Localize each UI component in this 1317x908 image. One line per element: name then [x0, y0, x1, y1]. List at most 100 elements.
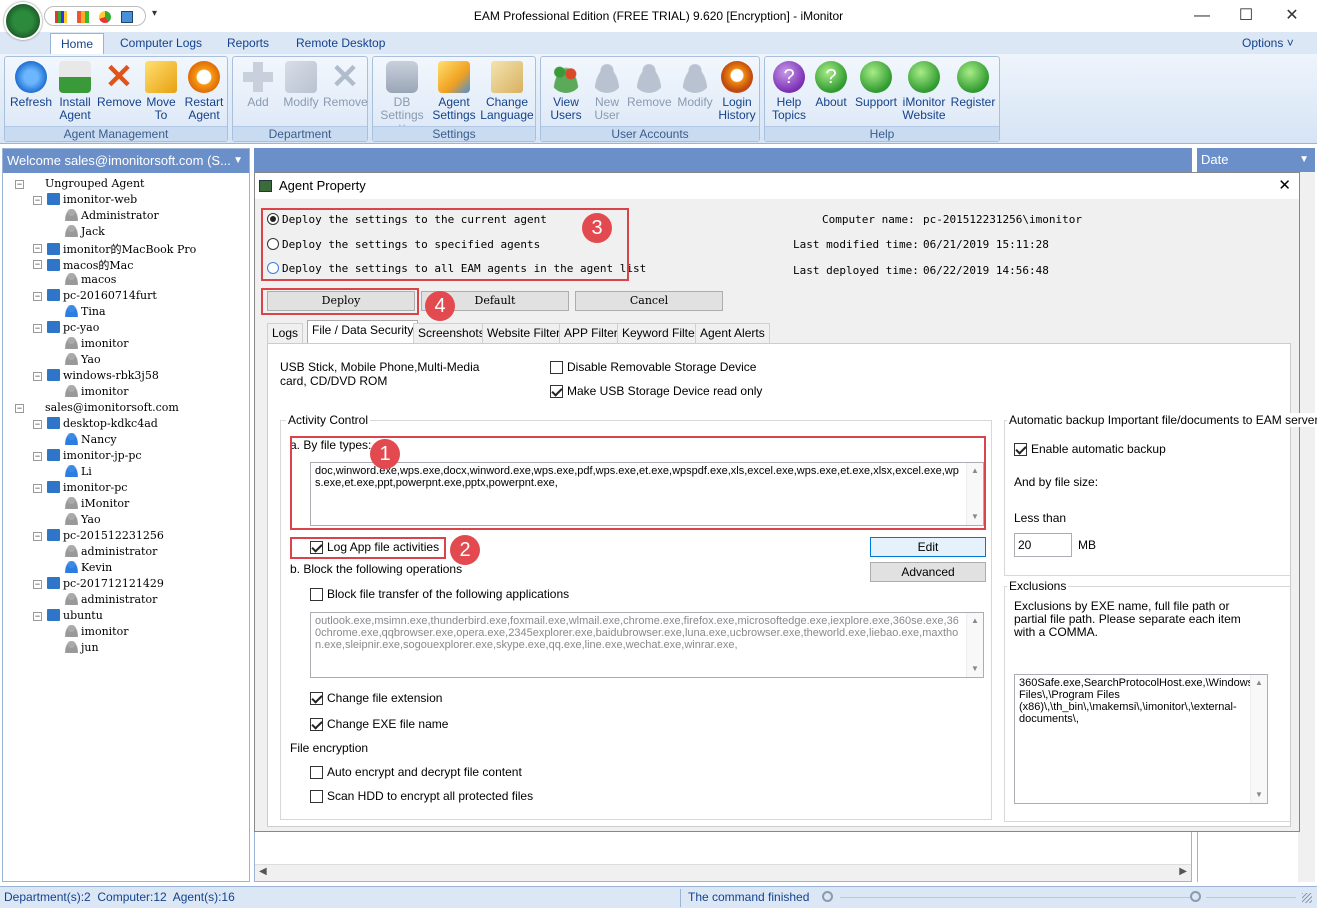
tree-expand-toggle[interactable]: − — [33, 420, 42, 429]
close-button[interactable]: ✕ — [1278, 4, 1306, 28]
tab-screenshots[interactable]: Screenshots — [413, 323, 490, 343]
tree-node[interactable]: macos — [65, 273, 116, 286]
tab-computer-logs[interactable]: Computer Logs — [110, 33, 212, 54]
tree-node[interactable]: sales@imonitorsoft.com — [29, 401, 179, 414]
tree-node[interactable]: imonitor-jp-pc — [47, 449, 142, 462]
tree-node[interactable]: Ungrouped Agent — [29, 177, 144, 190]
tree-expand-toggle[interactable]: − — [33, 260, 42, 269]
tree-expand-toggle[interactable]: − — [15, 404, 24, 413]
new-user-button[interactable]: New User — [587, 61, 627, 122]
support-button[interactable]: Support — [853, 61, 899, 109]
tab-home[interactable]: Home — [50, 33, 105, 54]
block-transfer-checkbox[interactable]: Block file transfer of the following app… — [310, 587, 569, 601]
tree-node[interactable]: administrator — [65, 545, 157, 558]
tree-node[interactable]: pc-201512231256 — [47, 529, 164, 542]
modify-department-button[interactable]: Modify — [279, 61, 323, 109]
modify-user-button[interactable]: Modify — [673, 61, 717, 109]
view-users-button[interactable]: View Users — [545, 61, 587, 122]
date-column-header[interactable]: Date ▼ — [1197, 148, 1315, 172]
auto-encrypt-checkbox[interactable]: Auto encrypt and decrypt file content — [310, 765, 522, 779]
db-settings-button[interactable]: DBSettings ˅ — [377, 61, 427, 135]
login-history-button[interactable]: Login History — [715, 61, 759, 122]
textarea-scrollbar[interactable] — [966, 613, 983, 677]
edit-button[interactable]: Edit — [870, 537, 986, 557]
tree-expand-toggle[interactable]: − — [33, 612, 42, 621]
tree-node[interactable]: imonitor的MacBook Pro — [47, 241, 196, 257]
tree-node[interactable]: Li — [65, 465, 92, 478]
tree-node[interactable]: Administrator — [65, 209, 159, 222]
horizontal-scrollbar[interactable]: ◀ ▶ — [255, 864, 1191, 881]
vertical-scrollbar[interactable] — [1298, 172, 1315, 882]
tree-node[interactable]: ubuntu — [47, 609, 103, 622]
tree-node[interactable]: Nancy — [65, 433, 117, 446]
tree-node[interactable]: desktop-kdkc4ad — [47, 417, 158, 430]
refresh-button[interactable]: Refresh — [9, 61, 53, 109]
tab-website-filter[interactable]: Website Filter — [482, 323, 566, 343]
minimize-button[interactable]: — — [1188, 4, 1216, 28]
tree-expand-toggle[interactable]: − — [33, 196, 42, 205]
advanced-button[interactable]: Advanced — [870, 562, 986, 582]
tab-remote-desktop[interactable]: Remote Desktop — [286, 33, 395, 54]
tree-node[interactable]: pc-yao — [47, 321, 99, 334]
tree-expand-toggle[interactable]: − — [33, 324, 42, 333]
tree-node[interactable]: pc-201712121429 — [47, 577, 164, 590]
tree-node[interactable]: windows-rbk3j58 — [47, 369, 159, 382]
chevron-down-icon[interactable]: ▼ — [1299, 148, 1309, 172]
tree-expand-toggle[interactable]: − — [33, 532, 42, 541]
change-exe-checkbox[interactable]: Change EXE file name — [310, 717, 448, 731]
scan-hdd-checkbox[interactable]: Scan HDD to encrypt all protected files — [310, 789, 533, 803]
tree-expand-toggle[interactable]: − — [33, 452, 42, 461]
textarea-scrollbar[interactable] — [1250, 675, 1267, 803]
tree-expand-toggle[interactable]: − — [33, 372, 42, 381]
options-menu[interactable]: Options ˅ — [1232, 33, 1304, 54]
agent-tree-header[interactable]: Welcome sales@imonitorsoft.com (S... ▼ — [3, 149, 249, 173]
restart-agent-button[interactable]: Restart Agent — [181, 61, 227, 122]
usb-readonly-checkbox[interactable]: Make USB Storage Device read only — [550, 384, 762, 398]
imonitor-website-button[interactable]: iMonitor Website — [899, 61, 949, 122]
tree-node[interactable]: imonitor-web — [47, 193, 137, 206]
remove-agent-button[interactable]: ✕ Remove — [97, 60, 142, 109]
tree-expand-toggle[interactable]: − — [15, 180, 24, 189]
tree-node[interactable]: imonitor — [65, 385, 128, 398]
about-button[interactable]: ? About — [811, 61, 851, 109]
tab-reports[interactable]: Reports — [217, 33, 279, 54]
tree-node[interactable]: Jack — [65, 225, 105, 238]
enable-backup-checkbox[interactable]: Enable automatic backup — [1014, 442, 1166, 456]
tree-node[interactable]: imonitor-pc — [47, 481, 127, 494]
maximize-button[interactable]: ☐ — [1232, 4, 1260, 28]
dialog-close-button[interactable]: ✕ — [1278, 173, 1291, 199]
tree-node[interactable]: administrator — [65, 593, 157, 606]
tree-expand-toggle[interactable]: − — [33, 484, 42, 493]
cancel-button[interactable]: Cancel — [575, 291, 723, 311]
tree-expand-toggle[interactable]: − — [33, 244, 42, 253]
chevron-down-icon[interactable]: ▼ — [233, 149, 243, 173]
agent-settings-button[interactable]: Agent Settings — [429, 61, 479, 122]
tab-app-filter[interactable]: APP Filter — [559, 323, 623, 343]
tree-node[interactable]: iMonitor — [65, 497, 129, 510]
tab-logs[interactable]: Logs — [267, 323, 303, 343]
scroll-right-icon[interactable]: ▶ — [1179, 866, 1187, 877]
tree-node[interactable]: Kevin — [65, 561, 112, 574]
remove-user-button[interactable]: Remove — [627, 61, 672, 109]
move-to-button[interactable]: Move To — [141, 61, 181, 122]
tree-node[interactable]: Yao — [65, 513, 101, 526]
tab-agent-alerts[interactable]: Agent Alerts — [695, 323, 770, 343]
tab-file-data-security[interactable]: File / Data Security — [307, 320, 419, 343]
tree-expand-toggle[interactable]: − — [33, 580, 42, 589]
tree-node[interactable]: jun — [65, 641, 99, 654]
remove-department-button[interactable]: ✕ Remove — [323, 60, 368, 109]
tree-node[interactable]: Yao — [65, 353, 101, 366]
help-topics-button[interactable]: ? Help Topics — [769, 61, 809, 122]
install-agent-button[interactable]: Install Agent — [53, 61, 97, 122]
resize-grip-icon[interactable] — [1302, 893, 1312, 903]
scroll-left-icon[interactable]: ◀ — [259, 866, 267, 877]
tree-node[interactable]: imonitor — [65, 337, 128, 350]
tab-keyword-filter[interactable]: Keyword Filter — [617, 323, 704, 343]
change-language-button[interactable]: Change Language — [479, 61, 535, 122]
change-ext-checkbox[interactable]: Change file extension — [310, 691, 442, 705]
register-button[interactable]: Register — [949, 61, 997, 109]
tree-expand-toggle[interactable]: − — [33, 292, 42, 301]
exclusions-textarea[interactable]: 360Safe.exe,SearchProtocolHost.exe,\Wind… — [1014, 674, 1268, 804]
size-input[interactable]: 20 — [1014, 533, 1072, 557]
tree-node[interactable]: imonitor — [65, 625, 128, 638]
